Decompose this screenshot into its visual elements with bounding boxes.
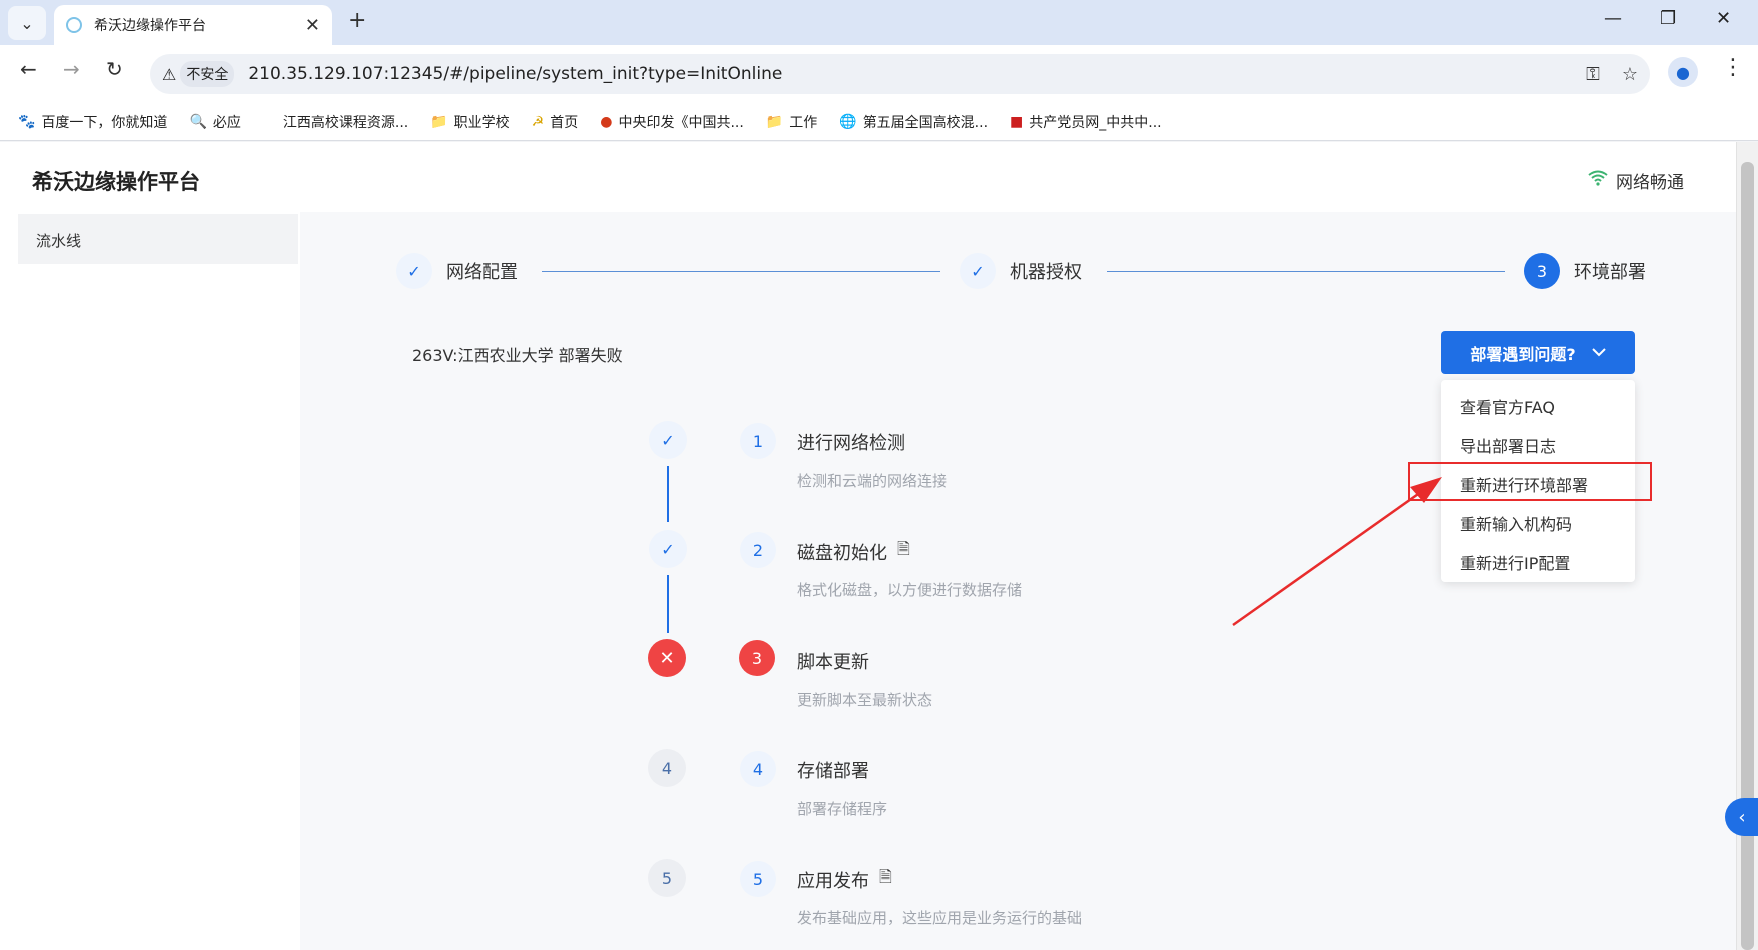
pipeline-wait-badge: 5: [648, 859, 686, 897]
pipeline-step-desc: 发布基础应用，这些应用是业务运行的基础: [797, 909, 1083, 927]
pipeline-step-title: 磁盘初始化 🗎: [797, 538, 910, 565]
pipeline-step-title: 存储部署: [797, 757, 869, 783]
pipeline-step-number: 5: [740, 861, 776, 897]
pipeline-title-text: 进行网络检测: [797, 433, 905, 454]
pipeline-title-text: 脚本更新: [797, 652, 869, 673]
check-icon: ✓: [649, 530, 687, 568]
pipeline-step-number: 3: [739, 640, 775, 676]
pipeline-step-title: 进行网络检测: [797, 429, 905, 455]
pipeline-connector: [667, 466, 669, 522]
pipeline-wait-badge: 4: [648, 749, 686, 787]
pipeline-step-desc: 格式化磁盘，以方便进行数据存储: [797, 581, 1023, 599]
document-icon[interactable]: 🗎: [897, 538, 910, 565]
pipeline-step-desc: 更新脚本至最新状态: [797, 691, 933, 709]
pipeline-step-title: 应用发布 🗎: [797, 866, 892, 893]
pipeline-step-desc: 部署存储程序: [797, 800, 888, 818]
pipeline-step-number: 4: [740, 751, 776, 787]
pipeline-title-text: 磁盘初始化: [797, 542, 887, 564]
pipeline-connector: [667, 575, 669, 633]
pipeline-step-title: 脚本更新: [797, 648, 869, 674]
floating-collapse-chevron-icon[interactable]: ‹: [1725, 798, 1758, 836]
pipeline-step-number: 2: [740, 532, 776, 568]
pipeline-step-number: 1: [740, 423, 776, 459]
pipeline-title-text: 应用发布: [797, 870, 869, 892]
pipeline-title-text: 存储部署: [797, 761, 869, 782]
fail-x-icon: ✕: [648, 639, 686, 677]
check-icon: ✓: [649, 421, 687, 459]
document-icon[interactable]: 🗎: [879, 866, 892, 893]
pipeline-step-desc: 检测和云端的网络连接: [797, 472, 948, 490]
